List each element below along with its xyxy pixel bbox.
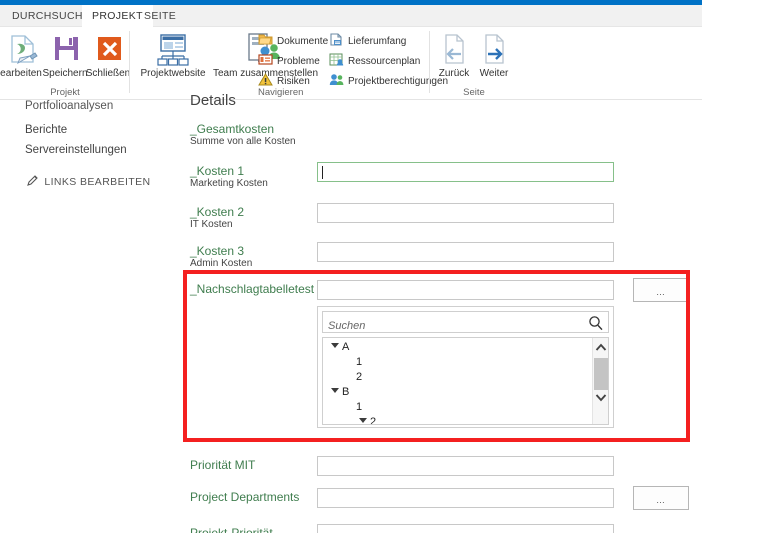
tree-node-a[interactable]: A (323, 340, 593, 355)
ribbon-link-lieferumfang[interactable]: Lieferumfang (329, 33, 406, 50)
tree-node-label: 2 (356, 371, 363, 383)
ribbon-group-seite-label: Seite (463, 87, 485, 98)
ribbon-button-projektwebsite-label: Projektwebsite (140, 68, 206, 79)
page-title: Details (190, 92, 236, 109)
field-label-kosten3: _Kosten 3 (190, 244, 245, 258)
magnifier-icon[interactable] (588, 315, 603, 336)
permissions-icon (329, 73, 344, 86)
page-back-icon (433, 32, 475, 66)
project-departments-input[interactable] (317, 488, 614, 508)
lookup-tree: A 1 2 B 1 2 (322, 337, 609, 425)
pencil-icon (27, 174, 41, 189)
ribbon-link-ressourcenplan[interactable]: Ressourcenplan (329, 53, 420, 70)
field-label-projekt-prioritaet: Projekt-Priorität (190, 526, 273, 533)
sidebar-item-berichte[interactable]: Berichte (0, 120, 180, 140)
ribbon-separator-2 (429, 31, 430, 93)
field-label-prioritaet-mit: Priorität MIT (190, 458, 256, 472)
left-navigation: Portfolioanalysen Berichte Servereinstel… (0, 100, 180, 189)
edit-links-button[interactable]: LINKS BEARBEITEN (0, 174, 180, 189)
deliverables-icon (329, 33, 344, 46)
ribbon-group-seite: Zurück Weiter Seite (433, 27, 515, 100)
field-sublabel-kosten1: Marketing Kosten (190, 178, 268, 189)
sidebar-item-servereinstellungen[interactable]: Servereinstellungen (0, 140, 180, 160)
field-sublabel-kosten2: IT Kosten (190, 219, 233, 230)
ribbon-link-ressourcenplan-label: Ressourcenplan (348, 56, 421, 67)
search-input[interactable] (328, 316, 584, 336)
chevron-down-icon[interactable] (593, 389, 608, 406)
project-departments-browse-button[interactable]: … (633, 486, 689, 510)
ribbon-link-dokumente[interactable]: Dokumente (258, 33, 328, 50)
tree-node-a-1[interactable]: 1 (323, 355, 593, 370)
ribbon-button-zurueck-label: Zurück (438, 68, 470, 79)
chevron-up-icon[interactable] (593, 339, 608, 356)
ribbon-group-navigieren: Projektwebsite Team zusammenstellen Doku… (133, 27, 448, 100)
field-sublabel-kosten3: Admin Kosten (190, 258, 253, 269)
ribbon-link-probleme-label: Probleme (277, 56, 320, 67)
ribbon-group-projekt: earbeiten Speichern Schließen Projekt (0, 27, 130, 100)
folder-icon (258, 33, 273, 46)
page-root: DURCHSUCHEN PROJEKT SEITE earbeiten Spei… (0, 0, 762, 533)
field-label-gesamtkosten: _Gesamtkosten (190, 122, 275, 136)
tree-node-b-2[interactable]: 2 (323, 415, 593, 425)
kosten1-input[interactable] (317, 162, 614, 182)
ribbon-link-lieferumfang-label: Lieferumfang (348, 36, 407, 47)
tree-node-label: B (342, 386, 350, 398)
field-label-kosten2: _Kosten 2 (190, 205, 245, 219)
expand-triangle-icon[interactable] (331, 343, 339, 348)
field-label-kosten1: _Kosten 1 (190, 164, 245, 178)
warning-icon (258, 73, 273, 86)
tree-node-a-2[interactable]: 2 (323, 370, 593, 385)
ribbon-link-probleme[interactable]: Probleme (258, 53, 320, 70)
kosten2-input[interactable] (317, 203, 614, 223)
resourceplan-icon (329, 53, 344, 66)
ribbon-button-weiter-label: Weiter (479, 68, 509, 79)
expand-triangle-icon[interactable] (359, 418, 367, 423)
ribbon-separator-1 (129, 31, 130, 93)
tree-vertical-scrollbar[interactable] (592, 338, 608, 424)
picker-search-wrapper (322, 311, 609, 336)
lookup-tree-list: A 1 2 B 1 2 (323, 340, 593, 425)
tree-node-label: A (342, 341, 350, 353)
prioritaet-mit-input[interactable] (317, 456, 614, 476)
kosten3-input[interactable] (317, 242, 614, 262)
tree-node-b-1[interactable]: 1 (323, 400, 593, 415)
lookup-table-picker: A 1 2 B 1 (317, 306, 614, 428)
ribbon-tab-strip: DURCHSUCHEN PROJEKT SEITE (0, 5, 702, 27)
nachschlagtabelletest-browse-button[interactable]: … (633, 278, 689, 302)
ribbon-link-dokumente-label: Dokumente (277, 36, 329, 47)
field-label-nachschlagtabelletest: _Nachschlagtabelletest (190, 282, 315, 296)
ribbon-button-zurueck[interactable]: Zurück (433, 32, 475, 79)
tree-node-label: 1 (356, 401, 363, 413)
ribbon-button-weiter[interactable]: Weiter (473, 32, 515, 79)
scrollbar-thumb[interactable] (594, 358, 608, 390)
ribbon-group-navigieren-label: Navigieren (258, 87, 304, 98)
text-caret (322, 166, 323, 179)
nachschlagtabelletest-input[interactable] (317, 280, 614, 300)
field-label-project-departments: Project Departments (190, 490, 300, 504)
page-forward-icon (473, 32, 515, 66)
ribbon-link-risiken-label: Risiken (277, 76, 310, 87)
sidebar-item-portfolioanalysen[interactable]: Portfolioanalysen (0, 96, 180, 116)
tree-node-label: 2 (370, 416, 377, 425)
tree-node-b[interactable]: B (323, 385, 593, 400)
ribbon: earbeiten Speichern Schließen Projekt Pr… (0, 27, 702, 100)
ribbon-button-projektwebsite[interactable]: Projektwebsite (135, 32, 211, 79)
tab-seite[interactable]: SEITE (134, 5, 186, 27)
website-icon (135, 32, 211, 66)
issues-icon (258, 53, 273, 66)
field-sublabel-gesamtkosten: Summe von alle Kosten (190, 136, 296, 147)
projekt-prioritaet-input[interactable] (317, 524, 614, 533)
expand-triangle-icon[interactable] (331, 388, 339, 393)
tree-node-label: 1 (356, 356, 363, 368)
edit-links-label: LINKS BEARBEITEN (44, 176, 151, 188)
